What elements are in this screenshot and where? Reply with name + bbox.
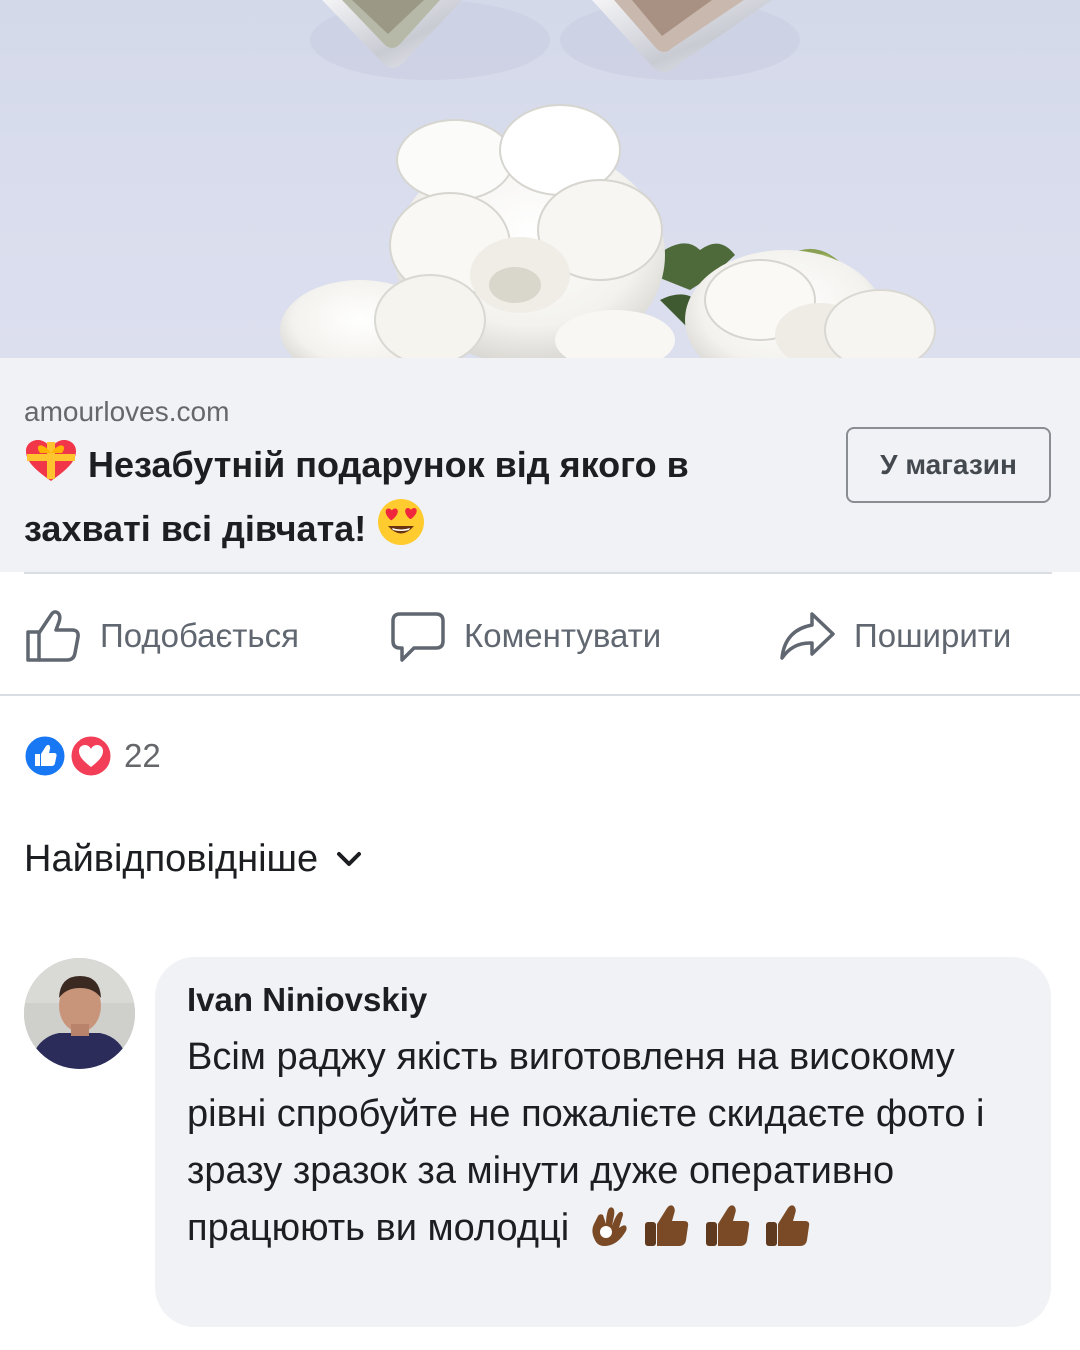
thumbs-up-outline-icon — [26, 610, 80, 662]
thumbs-up-icon — [645, 1205, 689, 1246]
reaction-count: 22 — [124, 737, 161, 774]
post-photo[interactable] — [0, 0, 1080, 358]
reaction-icons — [22, 733, 114, 779]
like-label: Подобається — [100, 617, 299, 654]
heart-eyes-icon — [376, 497, 426, 561]
comment-bubble-icon — [391, 612, 445, 662]
share-button[interactable]: Поширити — [778, 606, 1011, 666]
comment-author[interactable]: Ivan Niniovskiy — [187, 981, 427, 1019]
link-domain: amourloves.com — [24, 396, 230, 427]
earrings-and-flowers-image — [280, 0, 936, 358]
link-title-text: Незабутній подарунок від якого в захваті… — [24, 444, 689, 549]
post-action-bar: Подобається Коментувати Поширити — [0, 574, 1080, 694]
comment-button[interactable]: Коментувати — [390, 606, 661, 666]
divider — [0, 694, 1080, 696]
comment-emoji-group — [586, 1202, 814, 1265]
comment-sort-dropdown[interactable]: Найвідповідніше — [24, 838, 362, 881]
thumbs-up-icon — [705, 1205, 750, 1246]
link-title: Незабутній подарунок від якого в захваті… — [24, 438, 814, 561]
user-avatar-image — [24, 958, 135, 1069]
comment-text: Всім раджу якість виготовленя на високом… — [187, 1029, 1027, 1265]
ok-hand-icon — [592, 1207, 627, 1246]
comment-bubble: Ivan Niniovskiy Всім раджу якість вигото… — [155, 957, 1051, 1327]
shop-now-button[interactable]: У магазин — [846, 427, 1051, 503]
like-button[interactable]: Подобається — [24, 606, 299, 666]
gift-heart-icon — [24, 439, 78, 497]
chevron-down-icon — [337, 851, 362, 866]
comment-label: Коментувати — [464, 617, 662, 654]
thumbs-up-icon — [766, 1205, 810, 1246]
share-label: Поширити — [854, 617, 1012, 654]
reaction-summary[interactable]: 22 — [22, 733, 161, 779]
link-preview-card[interactable]: amourloves.com Незабутній подарунок від … — [0, 358, 1080, 572]
share-arrow-icon — [780, 612, 835, 660]
sort-label: Найвідповідніше — [24, 838, 319, 880]
avatar[interactable] — [24, 958, 135, 1069]
